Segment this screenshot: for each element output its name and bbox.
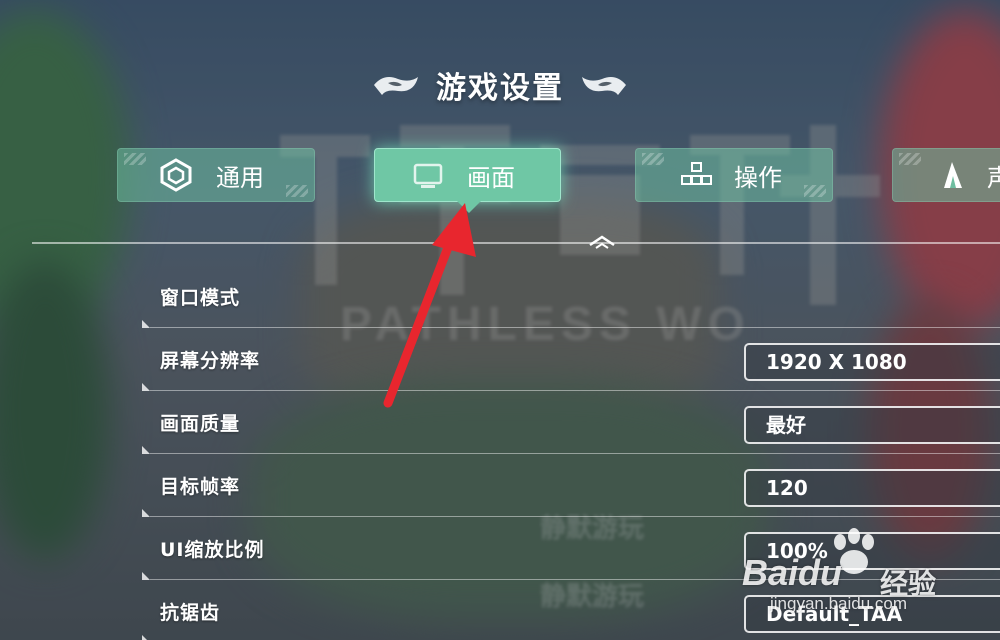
header-divider [32,242,1000,244]
blocks-icon [676,155,716,195]
tab-audio-label: 声 [987,163,1000,192]
setting-row-ui-scale: UI缩放比例 100% [142,520,1000,580]
tab-controls-label: 操作 [734,163,782,192]
sound-icon [933,155,973,195]
scroll-up-chevron-icon[interactable] [585,231,619,251]
tab-general[interactable]: 通用 [117,148,315,202]
tab-audio[interactable]: 声 [892,148,1000,202]
anti-aliasing-dropdown[interactable]: Default_TAA [744,595,1000,633]
setting-label: 目标帧率 [160,476,241,498]
setting-label: 画面质量 [160,413,241,435]
monitor-icon [409,155,449,195]
swirl-ornament-icon [582,77,626,95]
setting-row-quality: 画面质量 最好 [142,394,1000,454]
quality-dropdown[interactable]: 最好 [744,406,1000,444]
setting-row-target-fps: 目标帧率 120 [142,457,1000,517]
tab-display-label: 画面 [467,163,515,192]
resolution-dropdown[interactable]: 1920 X 1080 [744,343,1000,381]
ui-scale-dropdown[interactable]: 100% [744,532,1000,570]
setting-row-resolution: 屏幕分辨率 1920 X 1080 [142,331,1000,391]
setting-row-anti-aliasing: 抗锯齿 Default_TAA [142,583,1000,640]
setting-label: 屏幕分辨率 [160,350,261,372]
setting-label: UI缩放比例 [160,539,265,561]
setting-row-window-mode: 窗口模式 [142,268,1000,328]
setting-label: 抗锯齿 [160,602,221,624]
page-title: 游戏设置 [436,71,564,106]
setting-label: 窗口模式 [160,287,241,309]
settings-header: 游戏设置 [0,60,1000,110]
tab-display[interactable]: 画面 [374,148,561,213]
tab-controls[interactable]: 操作 [635,148,833,202]
tab-general-label: 通用 [216,163,264,192]
gear-cube-icon [156,155,196,195]
swirl-ornament-icon [374,77,418,95]
target-fps-dropdown[interactable]: 120 [744,469,1000,507]
